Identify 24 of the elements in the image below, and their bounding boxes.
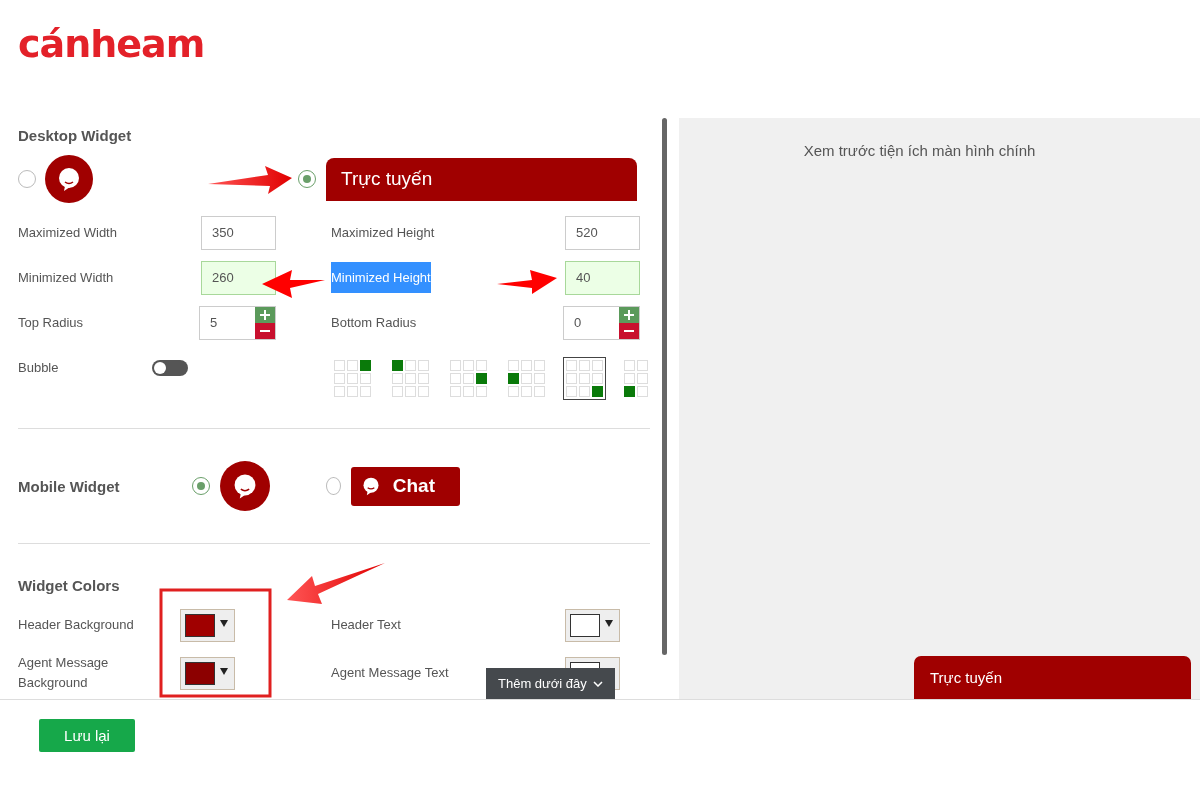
- input-field[interactable]: 350: [201, 215, 276, 250]
- section-title: Widget Colors: [18, 577, 120, 596]
- header-bar-preview: Trực tuyến: [326, 157, 637, 201]
- field-label: Top Radius: [18, 315, 84, 330]
- input-field[interactable]: 520: [565, 215, 640, 250]
- field-label: Bottom Radius: [331, 315, 417, 330]
- more-below-tooltip[interactable]: Thêm dưới đây: [486, 668, 615, 699]
- color-label: Header Text: [331, 616, 401, 634]
- color-label: Agent Message Text: [331, 664, 449, 682]
- section-title: Mobile Widget: [18, 477, 121, 495]
- field-label: Maximized Width: [18, 225, 117, 240]
- field-label: Bubble: [18, 360, 59, 375]
- input-field[interactable]: 260: [201, 260, 276, 295]
- input-field[interactable]: 40: [565, 260, 640, 295]
- brand-logo: cánheam: [18, 22, 205, 66]
- section-title: Desktop Widget: [18, 127, 132, 146]
- widget-header-preview: Trực tuyến: [914, 656, 1191, 699]
- color-label: Header Background: [18, 616, 135, 634]
- preview-title: Xem trước tiện ích màn hình chính: [803, 142, 1036, 159]
- field-label: Maximized Height: [331, 225, 435, 240]
- color-label: Agent Message Background: [18, 654, 110, 692]
- chat-label: Chat: [392, 475, 435, 497]
- field-label: Minimized Height: [331, 262, 431, 293]
- field-label: Minimized Width: [18, 270, 114, 285]
